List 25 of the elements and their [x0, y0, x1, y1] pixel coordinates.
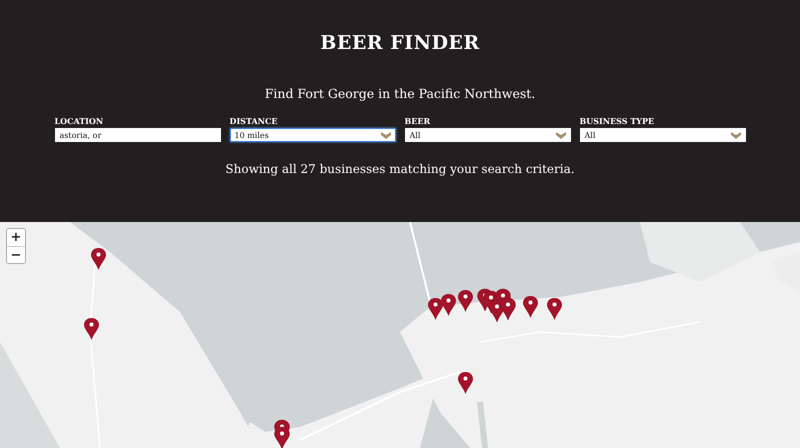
location-input-field[interactable]: astoria, or [54, 128, 220, 142]
select-dropdown[interactable]: All [404, 128, 570, 142]
select-dropdown[interactable]: 10 miles [230, 128, 396, 142]
map-pin-icon[interactable] [547, 298, 562, 320]
field-label: LOCATION [54, 116, 104, 126]
select-dropdown[interactable]: All [580, 128, 746, 142]
map-pin-icon[interactable] [458, 290, 473, 312]
chevron-icon [556, 132, 566, 138]
map-pin-icon[interactable] [428, 298, 443, 320]
chevron-icon [380, 132, 390, 138]
field-label: BUSINESS TYPE [580, 116, 656, 126]
map-pin-icon[interactable] [91, 248, 106, 270]
zoom-out-button[interactable]: − [7, 246, 25, 263]
subtitle: Find Fort George in the Pacific Northwest. [264, 86, 536, 101]
field-label: BEER [404, 116, 432, 126]
pin-cluster-drawing[interactable] [477, 288, 516, 322]
map-pin-icon[interactable] [84, 318, 99, 340]
map-pin-icon[interactable] [523, 296, 538, 318]
page-title: BEER FINDER [320, 32, 480, 54]
map-pin-icon[interactable] [441, 294, 456, 316]
result-text: Showing all 27 businesses matching your search criteria. [225, 162, 575, 176]
map-pin-icon[interactable] [458, 372, 473, 394]
chevron-icon [730, 132, 740, 138]
pin-cluster-drawing[interactable] [274, 420, 290, 448]
field-label: DISTANCE [230, 116, 278, 126]
